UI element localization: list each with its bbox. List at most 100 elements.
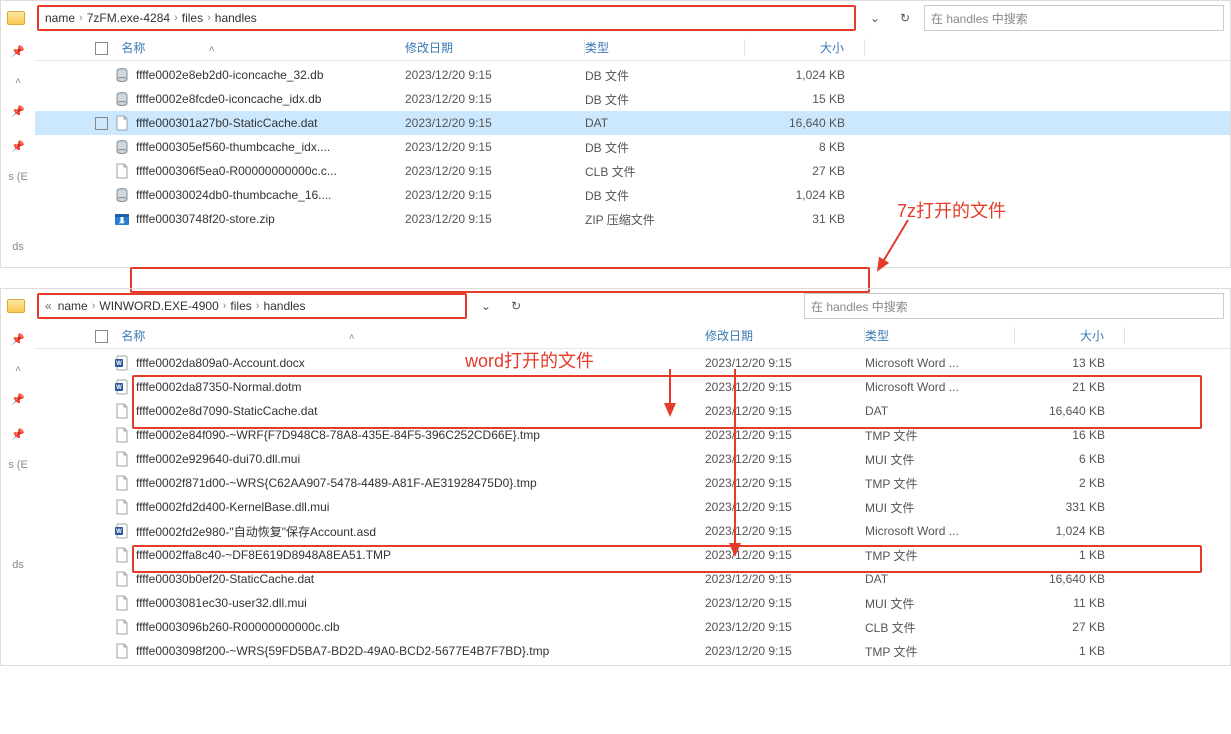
breadcrumb-seg[interactable]: name	[45, 11, 75, 25]
file-row[interactable]: ffffe0003096b260-R00000000000c.clb2023/1…	[35, 615, 1230, 639]
pin-icon[interactable]: 📌	[11, 105, 25, 118]
file-name-cell[interactable]: ffffe0002ffa8c40-~DF8E619D8948A8EA51.TMP	[95, 547, 705, 563]
select-all-checkbox[interactable]	[95, 330, 108, 343]
file-row[interactable]: ffffe0002ffa8c40-~DF8E619D8948A8EA51.TMP…	[35, 543, 1230, 567]
file-name-cell[interactable]: ffffe0002e84f090-~WRF{F7D948C8-78A8-435E…	[95, 427, 705, 443]
file-name-cell[interactable]: Wffffe0002da87350-Normal.dotm	[95, 379, 705, 395]
header-name[interactable]: 名称 ˄	[95, 327, 705, 344]
file-name-cell[interactable]: ffffe00030024db0-thumbcache_16....	[95, 187, 405, 203]
file-row[interactable]: ffffe0002e8fcde0-iconcache_idx.db2023/12…	[35, 87, 1230, 111]
header-type[interactable]: 类型	[865, 327, 1015, 344]
file-date: 2023/12/20 9:15	[705, 404, 865, 418]
sidebar-quick-access: 📌 ˄ 📌 📌 s (E ds	[1, 35, 35, 253]
chevron-right-icon: ›	[174, 12, 178, 24]
breadcrumb-seg[interactable]: files	[230, 299, 251, 313]
breadcrumb-seg[interactable]: 7zFM.exe-4284	[87, 11, 170, 25]
file-type: TMP 文件	[865, 643, 1015, 660]
file-row[interactable]: ffffe0003081ec30-user32.dll.mui2023/12/2…	[35, 591, 1230, 615]
breadcrumb[interactable]: « name› WINWORD.EXE-4900› files› handles	[37, 293, 467, 319]
chevron-left-icon[interactable]: «	[45, 299, 52, 313]
file-date: 2023/12/20 9:15	[405, 140, 585, 154]
chevron-down-icon[interactable]: ⌄	[475, 299, 497, 313]
file-row[interactable]: ffffe000301a27b0-StaticCache.dat2023/12/…	[35, 111, 1230, 135]
file-row[interactable]: ffffe0002e84f090-~WRF{F7D948C8-78A8-435E…	[35, 423, 1230, 447]
file-row[interactable]: ffffe0002e8eb2d0-iconcache_32.db2023/12/…	[35, 63, 1230, 87]
file-name: ffffe00030024db0-thumbcache_16....	[136, 188, 332, 202]
column-headers: 名称 ˄ 修改日期 类型 大小	[35, 323, 1230, 349]
chevron-down-icon[interactable]: ⌄	[864, 11, 886, 25]
file-date: 2023/12/20 9:15	[705, 596, 865, 610]
file-size: 1,024 KB	[745, 68, 865, 82]
pin-icon[interactable]: 📌	[11, 428, 25, 441]
file-name-cell[interactable]: ffffe0003098f200-~WRS{59FD5BA7-BD2D-49A0…	[95, 643, 705, 659]
file-name-cell[interactable]: ffffe0003081ec30-user32.dll.mui	[95, 595, 705, 611]
file-name-cell[interactable]: ffffe0002fd2d400-KernelBase.dll.mui	[95, 499, 705, 515]
header-date[interactable]: 修改日期	[705, 327, 865, 344]
breadcrumb-seg[interactable]: handles	[263, 299, 305, 313]
file-row[interactable]: ffffe0002e8d7090-StaticCache.dat2023/12/…	[35, 399, 1230, 423]
file-name-cell[interactable]: ffffe0002f871d00-~WRS{C62AA907-5478-4489…	[95, 475, 705, 491]
breadcrumb-seg[interactable]: WINWORD.EXE-4900	[99, 299, 218, 313]
breadcrumb-seg[interactable]: files	[182, 11, 203, 25]
search-input[interactable]: 在 handles 中搜索	[804, 293, 1224, 319]
folder-icon	[7, 11, 25, 25]
row-checkbox[interactable]	[95, 117, 108, 130]
pin-icon[interactable]: 📌	[11, 140, 25, 153]
file-row[interactable]: Wffffe0002da87350-Normal.dotm2023/12/20 …	[35, 375, 1230, 399]
pin-icon[interactable]: 📌	[11, 333, 25, 346]
breadcrumb-seg[interactable]: handles	[215, 11, 257, 25]
file-name-cell[interactable]: ffffe0003096b260-R00000000000c.clb	[95, 619, 705, 635]
file-date: 2023/12/20 9:15	[705, 644, 865, 658]
file-name-cell[interactable]: ffffe0002e8fcde0-iconcache_idx.db	[95, 91, 405, 107]
file-icon	[114, 163, 130, 179]
file-name: ffffe000306f5ea0-R00000000000c.c...	[136, 164, 337, 178]
refresh-icon[interactable]: ↻	[894, 11, 916, 25]
file-row[interactable]: ffffe0002fd2d400-KernelBase.dll.mui2023/…	[35, 495, 1230, 519]
header-type[interactable]: 类型	[585, 39, 745, 56]
file-row[interactable]: Wffffe0002da809a0-Account.docx2023/12/20…	[35, 351, 1230, 375]
sidebar-quick-access: 📌 ˄ 📌 📌 s (E ds	[1, 323, 35, 665]
file-row[interactable]: ffffe0002f871d00-~WRS{C62AA907-5478-4489…	[35, 471, 1230, 495]
file-name-cell[interactable]: ffffe000305ef560-thumbcache_idx....	[95, 139, 405, 155]
file-row[interactable]: ZIPffffe00030748f20-store.zip2023/12/20 …	[35, 207, 1230, 231]
file-name-cell[interactable]: Wffffe0002da809a0-Account.docx	[95, 355, 705, 371]
file-row[interactable]: ffffe00030024db0-thumbcache_16....2023/1…	[35, 183, 1230, 207]
file-name-cell[interactable]: ffffe0002e8d7090-StaticCache.dat	[95, 403, 705, 419]
breadcrumb-seg[interactable]: name	[58, 299, 88, 313]
file-type: DB 文件	[585, 187, 745, 204]
refresh-icon[interactable]: ↻	[505, 299, 527, 313]
file-name-cell[interactable]: ffffe00030b0ef20-StaticCache.dat	[95, 571, 705, 587]
file-name-cell[interactable]: ZIPffffe00030748f20-store.zip	[95, 211, 405, 227]
search-input[interactable]: 在 handles 中搜索	[924, 5, 1224, 31]
file-row[interactable]: Wffffe0002fd2e980-"自动恢复"保存Account.asd202…	[35, 519, 1230, 543]
file-name-cell[interactable]: ffffe0002e929640-dui70.dll.mui	[95, 451, 705, 467]
sidebar-label[interactable]: ds	[12, 559, 24, 571]
sidebar-label[interactable]: s (E	[8, 459, 28, 471]
file-name: ffffe0003096b260-R00000000000c.clb	[136, 620, 340, 634]
file-date: 2023/12/20 9:15	[705, 380, 865, 394]
sidebar-label[interactable]: s (E	[8, 171, 28, 183]
file-row[interactable]: ffffe0002e929640-dui70.dll.mui2023/12/20…	[35, 447, 1230, 471]
file-date: 2023/12/20 9:15	[705, 548, 865, 562]
select-all-checkbox[interactable]	[95, 42, 108, 55]
file-row[interactable]: ffffe0003098f200-~WRS{59FD5BA7-BD2D-49A0…	[35, 639, 1230, 663]
file-row[interactable]: ffffe000305ef560-thumbcache_idx....2023/…	[35, 135, 1230, 159]
file-name: ffffe000301a27b0-StaticCache.dat	[136, 116, 317, 130]
header-date[interactable]: 修改日期	[405, 39, 585, 56]
sidebar-label[interactable]: ds	[12, 241, 24, 253]
file-name-cell[interactable]: ffffe0002e8eb2d0-iconcache_32.db	[95, 67, 405, 83]
file-name-cell[interactable]: ffffe000301a27b0-StaticCache.dat	[95, 115, 405, 131]
file-row[interactable]: ffffe000306f5ea0-R00000000000c.c...2023/…	[35, 159, 1230, 183]
file-name-cell[interactable]: ffffe000306f5ea0-R00000000000c.c...	[95, 163, 405, 179]
pin-icon[interactable]: 📌	[11, 393, 25, 406]
file-name: ffffe0002fd2e980-"自动恢复"保存Account.asd	[136, 523, 376, 540]
file-name-cell[interactable]: Wffffe0002fd2e980-"自动恢复"保存Account.asd	[95, 523, 705, 540]
breadcrumb[interactable]: name› 7zFM.exe-4284› files› handles	[37, 5, 856, 31]
file-type: TMP 文件	[865, 547, 1015, 564]
file-row[interactable]: ffffe00030b0ef20-StaticCache.dat2023/12/…	[35, 567, 1230, 591]
pin-icon[interactable]: 📌	[11, 45, 25, 58]
file-size: 27 KB	[745, 164, 865, 178]
header-name[interactable]: 名称 ˄	[95, 39, 405, 56]
header-size[interactable]: 大小	[745, 39, 865, 56]
header-size[interactable]: 大小	[1015, 327, 1125, 344]
